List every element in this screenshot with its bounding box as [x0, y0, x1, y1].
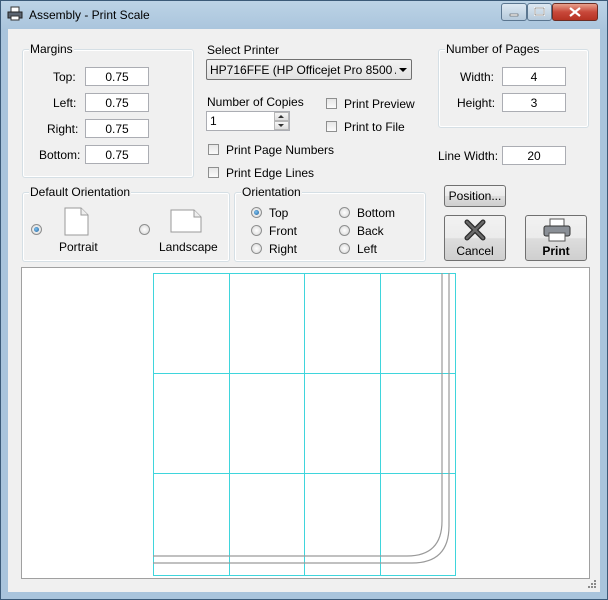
resize-grip-icon[interactable] — [587, 579, 597, 589]
orientation-group: Orientation — [234, 185, 426, 262]
orientation-top-radio[interactable] — [251, 207, 262, 218]
orientation-right-radio[interactable] — [251, 243, 262, 254]
printer-app-icon — [7, 6, 23, 21]
copies-label: Number of Copies — [207, 95, 304, 109]
orientation-top-label: Top — [269, 206, 289, 220]
print-preview-checkbox[interactable] — [326, 98, 337, 109]
orientation-bottom-radio[interactable] — [339, 207, 350, 218]
margin-top-label: Top: — [53, 70, 76, 84]
orientation-back-radio[interactable] — [339, 225, 350, 236]
maximize-icon — [534, 7, 545, 16]
margin-right-input[interactable] — [85, 119, 149, 138]
position-button[interactable]: Position... — [444, 185, 506, 207]
margins-legend: Margins — [29, 42, 74, 56]
preview-drawing — [153, 273, 456, 576]
orientation-right-label: Right — [269, 242, 298, 256]
orientation-left-radio[interactable] — [339, 243, 350, 254]
orientation-back-label: Back — [357, 224, 384, 238]
print-to-file-checkbox[interactable] — [326, 121, 337, 132]
page-grid — [153, 273, 456, 576]
orientation-legend: Orientation — [241, 185, 302, 199]
select-printer-label: Select Printer — [207, 43, 280, 57]
line-width-input[interactable] — [502, 146, 566, 165]
cancel-label: Cancel — [456, 244, 494, 258]
spin-down-icon[interactable] — [274, 121, 289, 130]
portrait-label: Portrait — [59, 240, 98, 254]
minimize-button[interactable] — [501, 3, 527, 21]
portrait-radio[interactable] — [31, 224, 42, 235]
margin-left-input[interactable] — [85, 93, 149, 112]
print-edge-lines-checkbox[interactable] — [208, 167, 219, 178]
margin-top-input[interactable] — [85, 67, 149, 86]
landscape-radio[interactable] — [139, 224, 150, 235]
portrait-page-icon — [64, 207, 89, 236]
orientation-bottom-label: Bottom — [357, 206, 396, 220]
print-scale-window: Assembly - Print Scale Margins Top: Left… — [0, 0, 608, 600]
maximize-button[interactable] — [527, 3, 552, 21]
orientation-front-label: Front — [269, 224, 298, 238]
cancel-x-icon — [464, 219, 486, 241]
title-bar[interactable]: Assembly - Print Scale — [1, 1, 607, 27]
print-label: Print — [542, 244, 570, 258]
printer-select[interactable]: HP716FFE (HP Officejet Pro 8500 A909g) — [206, 59, 412, 80]
print-page-numbers-label: Print Page Numbers — [226, 143, 335, 157]
window-title: Assembly - Print Scale — [29, 8, 150, 22]
orientation-left-label: Left — [357, 242, 378, 256]
cancel-button[interactable]: Cancel — [444, 215, 506, 261]
landscape-label: Landscape — [159, 240, 218, 254]
close-button[interactable] — [552, 3, 598, 21]
chevron-down-icon — [399, 68, 407, 72]
model-outline — [153, 273, 450, 564]
print-edge-lines-label: Print Edge Lines — [226, 166, 315, 180]
margin-bottom-input[interactable] — [85, 145, 149, 164]
print-preview-area[interactable] — [21, 267, 590, 579]
margin-right-label: Right: — [47, 122, 79, 136]
pages-height-input[interactable] — [502, 93, 566, 112]
spin-up-icon[interactable] — [274, 112, 289, 121]
landscape-page-icon — [170, 209, 202, 233]
line-width-label: Line Width: — [438, 149, 499, 163]
pages-width-label: Width: — [460, 70, 495, 84]
dialog-body: Margins Top: Left: Right: Bottom: Select… — [8, 29, 600, 592]
copies-stepper[interactable]: 1 — [206, 111, 290, 131]
copies-value: 1 — [210, 114, 217, 128]
printer-select-value: HP716FFE (HP Officejet Pro 8500 A909g) — [210, 63, 396, 77]
pages-height-label: Height: — [457, 96, 496, 110]
printer-icon — [543, 218, 571, 242]
margin-left-label: Left: — [53, 96, 77, 110]
print-button[interactable]: Print — [525, 215, 587, 261]
print-preview-label: Print Preview — [344, 97, 415, 111]
pages-legend: Number of Pages — [445, 42, 541, 56]
pages-group: Number of Pages — [438, 42, 589, 128]
minimize-icon — [509, 13, 519, 17]
margin-bottom-label: Bottom: — [39, 148, 81, 162]
default-orientation-legend: Default Orientation — [29, 185, 132, 199]
close-icon — [569, 7, 581, 17]
pages-width-input[interactable] — [502, 67, 566, 86]
orientation-front-radio[interactable] — [251, 225, 262, 236]
print-page-numbers-checkbox[interactable] — [208, 144, 219, 155]
print-to-file-label: Print to File — [344, 120, 405, 134]
